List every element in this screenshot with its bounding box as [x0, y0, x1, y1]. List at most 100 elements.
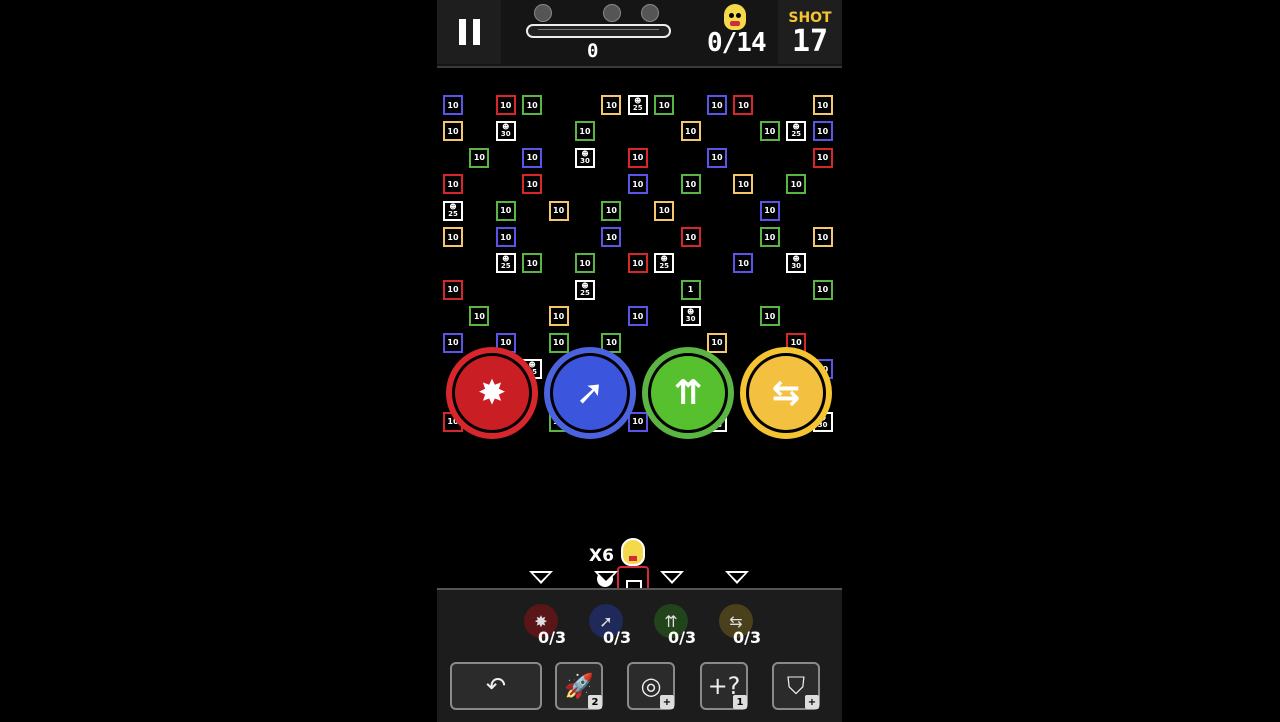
block-green: 10 [522, 253, 543, 274]
block-hp: 10 [790, 338, 802, 348]
block-hp: 10 [605, 206, 617, 216]
slot-marker-icon [529, 571, 553, 584]
rocket-button[interactable]: 🚀 2 [555, 662, 603, 710]
block-green: 10 [680, 174, 701, 195]
block-hp: 30 [500, 130, 511, 139]
block-hp: 10 [711, 153, 723, 163]
enemy-block: ☻30 [495, 121, 516, 142]
block-hp: 10 [632, 311, 644, 321]
block-hp: 10 [473, 311, 485, 321]
shield-button[interactable]: ⛉ + [772, 662, 820, 710]
block-hp: 10 [737, 179, 749, 189]
block-yellow: 10 [548, 200, 569, 221]
block-green: 10 [812, 279, 833, 300]
block-hp: 10 [447, 232, 459, 242]
block-green: 10 [759, 121, 780, 142]
item-count-badge: + [660, 695, 674, 709]
block-red: 10 [495, 95, 516, 115]
block-hp: 10 [447, 126, 459, 136]
block-green: 10 [575, 253, 595, 274]
power-sideways-button[interactable]: ⇆ [740, 347, 832, 439]
block-blue: 10 [443, 95, 463, 115]
burst-icon: ✸ [455, 356, 529, 430]
star-marker-2 [603, 4, 621, 22]
spread-icon: ⇈ [651, 356, 725, 430]
block-hp: 10 [447, 100, 459, 110]
enemy-block: ☻25 [575, 279, 595, 300]
block-hp: 10 [817, 285, 829, 295]
block-hp: 10 [790, 179, 802, 189]
enemy-kill-counter: 0/14 [707, 28, 767, 58]
enemy-face-icon [724, 4, 746, 30]
block-blue: 10 [627, 174, 648, 195]
block-blue: 10 [812, 121, 833, 142]
pause-button[interactable] [437, 0, 501, 64]
block-yellow: 10 [812, 227, 833, 247]
block-hp: 30 [580, 156, 590, 165]
block-hp: 1 [687, 285, 694, 295]
block-green: 10 [759, 227, 780, 247]
block-green: 1 [680, 279, 701, 300]
block-green: 10 [469, 306, 490, 327]
item-count-badge: + [805, 695, 819, 709]
slot-marker-icon [725, 571, 749, 584]
block-hp: 10 [817, 126, 829, 136]
block-hp: 10 [447, 285, 459, 295]
block-blue: 10 [759, 200, 780, 221]
block-blue: 10 [601, 227, 622, 247]
score-progress-bar [526, 24, 671, 38]
sideways-icon: ⇆ [749, 356, 823, 430]
power-burst-button[interactable]: ✸ [446, 347, 538, 439]
block-hp: 30 [791, 262, 802, 271]
slot-count: 0/3 [733, 628, 762, 647]
slot-count: 0/3 [668, 628, 697, 647]
eye [729, 13, 734, 18]
undo-icon: ↶ [485, 672, 507, 700]
block-green: 10 [601, 200, 622, 221]
block-blue: 10 [627, 411, 648, 432]
block-hp: 10 [632, 153, 644, 163]
item-count-badge: 1 [733, 695, 747, 709]
block-hp: 10 [737, 100, 749, 110]
block-hp: 10 [711, 338, 723, 348]
game-screen: 0 0/14 SHOT 17 10 10 10 10 ☻ 25 10 10 10 10 10 ☻ 30 1… [437, 0, 842, 722]
block-green: 10 [469, 147, 490, 168]
block-red: 10 [733, 95, 754, 115]
enemy-block: ☻30 [575, 147, 595, 168]
block-hp: 10 [500, 206, 512, 216]
block-hp: 10 [632, 179, 644, 189]
slot-marker-icon [660, 571, 684, 584]
block-hp: 10 [658, 206, 670, 216]
power-spread-button[interactable]: ⇈ [642, 347, 734, 439]
block-hp: 10 [447, 179, 459, 189]
shot-counter: SHOT 17 [778, 0, 842, 64]
progress-ticks [538, 29, 659, 34]
block-yellow: 10 [680, 121, 701, 142]
slot-count: 0/3 [603, 628, 632, 647]
pause-icon-bar [458, 19, 466, 45]
power-arrow-button[interactable]: ➚ [544, 347, 636, 439]
block-hp: 10 [526, 258, 538, 268]
block-hp: 10 [500, 232, 512, 242]
block-hp: 25 [448, 209, 458, 218]
block-green: 10 [548, 332, 569, 353]
block-green: 10 [495, 200, 516, 221]
block-hp: 10 [817, 153, 829, 163]
block-hp: 10 [526, 100, 538, 110]
block-hp: 10 [605, 338, 617, 348]
block-red: 10 [443, 174, 463, 195]
top-bar: 0 0/14 SHOT 17 [437, 0, 842, 68]
block-hp: 10 [685, 126, 697, 136]
random-button[interactable]: +? 1 [700, 662, 748, 710]
player-head [621, 538, 645, 566]
block-red: 10 [443, 279, 463, 300]
target-button[interactable]: ◎ + [627, 662, 675, 710]
block-blue: 10 [495, 227, 516, 247]
block-green: 10 [522, 95, 543, 115]
block-hp: 30 [685, 315, 696, 324]
block-hp: 10 [447, 338, 459, 348]
block-blue: 10 [707, 95, 727, 115]
block-hp: 10 [711, 100, 723, 110]
undo-button[interactable]: ↶ [450, 662, 542, 710]
item-count-badge: 2 [588, 695, 602, 709]
